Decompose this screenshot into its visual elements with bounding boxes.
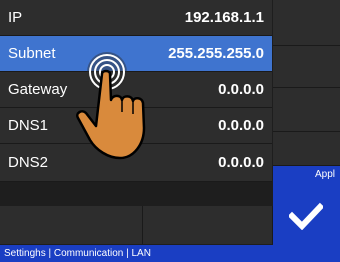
apply-label: Appl (315, 169, 336, 180)
lan-settings-screen: IP 192.168.1.1 Subnet 255.255.255.0 Gate… (0, 0, 340, 262)
side-button-3[interactable] (273, 88, 340, 132)
breadcrumb: Settinghs | Communication | LAN (4, 248, 151, 259)
side-button-1[interactable] (273, 0, 340, 46)
bottom-button-2[interactable] (143, 206, 273, 244)
ip-row[interactable]: IP 192.168.1.1 (0, 0, 272, 36)
ip-label: IP (8, 9, 23, 26)
breadcrumb-status-bar: Settinghs | Communication | LAN (0, 245, 340, 262)
ip-value: 192.168.1.1 (184, 9, 264, 26)
gateway-label: Gateway (8, 81, 68, 98)
gateway-value: 0.0.0.0 (218, 81, 264, 98)
bottom-button-1[interactable] (0, 206, 143, 244)
side-button-2[interactable] (273, 46, 340, 88)
dns1-label: DNS1 (8, 117, 49, 134)
dns2-value: 0.0.0.0 (218, 154, 264, 171)
tap-hand-icon (76, 52, 146, 160)
dns1-value: 0.0.0.0 (218, 117, 264, 134)
side-button-4[interactable] (273, 132, 340, 166)
subnet-label: Subnet (8, 45, 56, 62)
apply-button[interactable]: Appl (273, 166, 340, 245)
dns2-label: DNS2 (8, 154, 49, 171)
checkmark-icon (289, 202, 323, 230)
subnet-value: 255.255.255.0 (168, 45, 264, 62)
